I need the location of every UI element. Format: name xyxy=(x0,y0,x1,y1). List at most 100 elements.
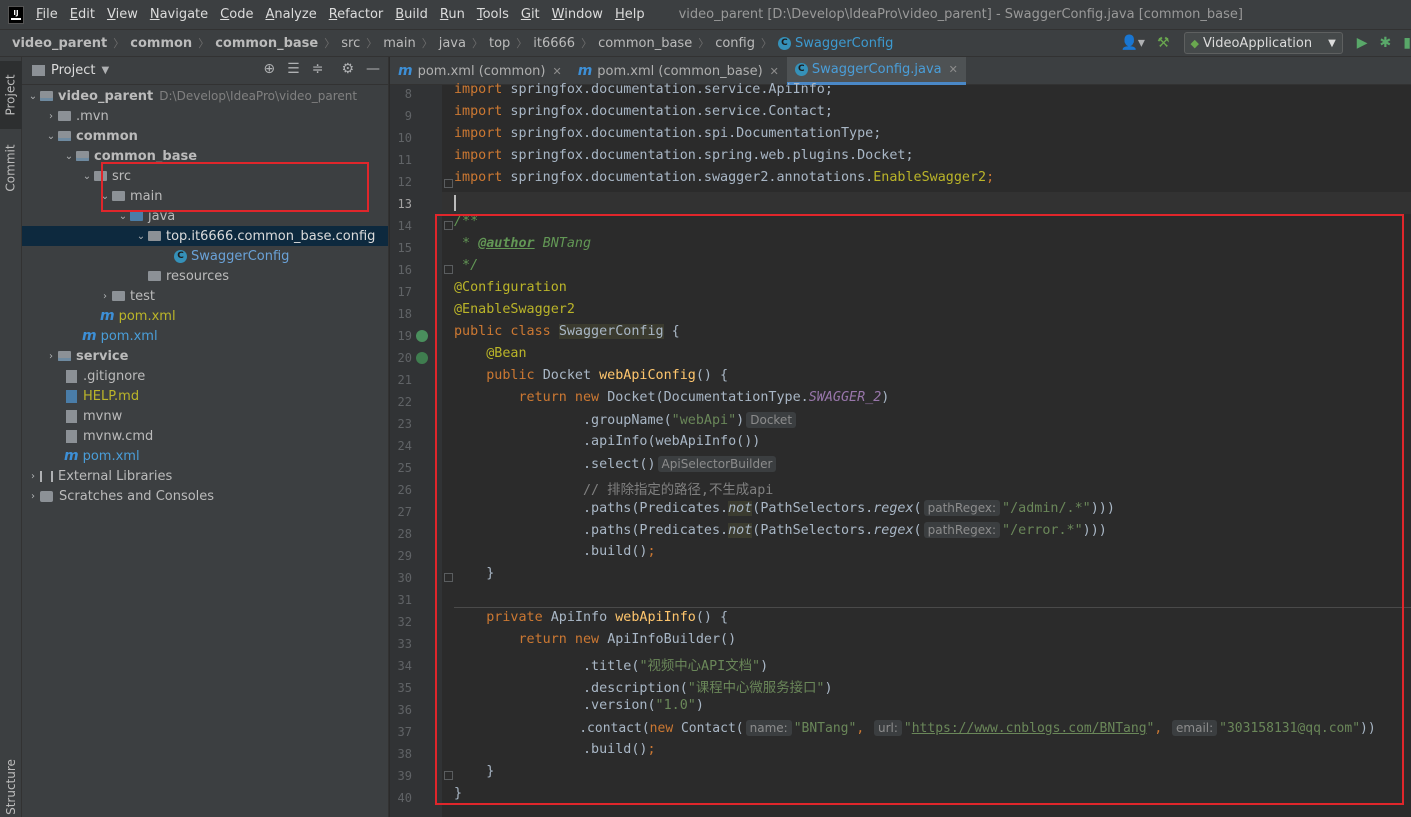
tool-tab-commit[interactable]: Commit xyxy=(0,137,22,199)
breadcrumb-separator-icon: 〉 xyxy=(471,37,483,50)
line-number: 38 xyxy=(397,747,412,761)
text-file-icon xyxy=(66,429,77,443)
class-icon: C xyxy=(174,249,187,263)
breadcrumb-item[interactable]: it6666 xyxy=(533,36,575,51)
breadcrumb-item[interactable]: main xyxy=(383,36,415,51)
menu-view[interactable]: View xyxy=(101,7,144,22)
tree-item[interactable]: m pom.xml xyxy=(22,326,388,346)
tree-item-label: video_parent xyxy=(58,88,154,104)
coverage-icon[interactable]: ▮ xyxy=(1403,35,1411,51)
breadcrumb-item[interactable]: java xyxy=(439,36,466,51)
tree-item[interactable]: ⌄ video_parent D:\Develop\IdeaPro\video_… xyxy=(22,86,388,106)
line-number: 22 xyxy=(397,395,412,409)
tree-item[interactable]: m pom.xml xyxy=(22,446,388,466)
tree-item[interactable]: C SwaggerConfig xyxy=(22,246,388,266)
gear-icon[interactable]: ⚙ xyxy=(341,61,354,77)
project-panel-header: Project ▼ ⊕ ☰ ≑ ⚙ — xyxy=(22,57,388,85)
breadcrumb-item[interactable]: common_base xyxy=(598,36,692,51)
chevron-right-icon[interactable]: › xyxy=(44,111,58,122)
chevron-right-icon[interactable]: › xyxy=(44,351,58,362)
line-number: 40 xyxy=(397,791,412,805)
menu-analyze[interactable]: Analyze xyxy=(259,7,322,22)
tree-item[interactable]: › Scratches and Consoles xyxy=(22,486,388,506)
intellij-logo-icon: IJ xyxy=(8,5,24,24)
minimize-icon[interactable]: — xyxy=(366,61,380,77)
tool-tab-project[interactable]: Project xyxy=(0,61,22,129)
menu-git[interactable]: Git xyxy=(515,7,546,22)
tree-item[interactable]: mvnw xyxy=(22,406,388,426)
highlight-box xyxy=(435,214,1404,805)
collapse-all-icon[interactable]: ≑ xyxy=(312,61,324,77)
menu-code[interactable]: Code xyxy=(214,7,259,22)
line-number: 10 xyxy=(397,131,412,145)
tool-tab-structure[interactable]: Structure xyxy=(0,757,22,817)
breadcrumb-item[interactable]: config xyxy=(715,36,755,51)
run-configuration-select[interactable]: ◆ VideoApplication ▼ xyxy=(1183,32,1343,54)
breadcrumb-item[interactable]: common_base xyxy=(215,36,318,51)
hammer-build-icon[interactable]: ⚒ xyxy=(1157,35,1170,51)
line-number: 9 xyxy=(404,109,412,123)
toolbar-right: 👤▾ ⚒ ◆ VideoApplication ▼ ▶ ✱ ▮ xyxy=(1115,30,1411,56)
chevron-down-icon[interactable]: ⌄ xyxy=(44,131,58,142)
tab-label: pom.xml (common_base) xyxy=(597,63,763,79)
chevron-right-icon[interactable]: › xyxy=(26,491,40,502)
tree-item[interactable]: resources xyxy=(22,266,388,286)
menu-tools[interactable]: Tools xyxy=(471,7,515,22)
menu-navigate[interactable]: Navigate xyxy=(144,7,214,22)
breadcrumb-item[interactable]: top xyxy=(489,36,510,51)
chevron-down-icon[interactable]: ⌄ xyxy=(80,171,94,182)
close-icon[interactable]: ✕ xyxy=(770,65,779,78)
tree-item[interactable]: mvnw.cmd xyxy=(22,426,388,446)
tree-item-selected[interactable]: ⌄ top.it6666.common_base.config xyxy=(22,226,388,246)
expand-all-icon[interactable]: ☰ xyxy=(287,61,300,77)
tab-pom-common[interactable]: m pom.xml (common) ✕ xyxy=(390,57,570,85)
chevron-down-icon[interactable]: ⌄ xyxy=(134,231,148,242)
menu-file[interactable]: File xyxy=(30,7,64,22)
tree-item[interactable]: › External Libraries xyxy=(22,466,388,486)
spring-bean-gutter-icon[interactable] xyxy=(416,330,428,342)
breadcrumb-item-class[interactable]: C SwaggerConfig xyxy=(777,36,893,51)
chevron-right-icon[interactable]: › xyxy=(26,471,40,482)
breadcrumb-item[interactable]: common xyxy=(130,36,192,51)
tree-item-label: HELP.md xyxy=(83,388,140,404)
menu-refactor[interactable]: Refactor xyxy=(323,7,390,22)
editor-tabs: m pom.xml (common) ✕ m pom.xml (common_b… xyxy=(390,57,1411,85)
run-icon[interactable]: ▶ xyxy=(1357,35,1368,51)
tree-item-label: resources xyxy=(166,268,230,284)
chevron-down-icon[interactable]: ▼ xyxy=(101,65,109,76)
user-icon[interactable]: 👤▾ xyxy=(1121,35,1145,51)
menu-run[interactable]: Run xyxy=(434,7,471,22)
chevron-down-icon[interactable]: ⌄ xyxy=(62,151,76,162)
line-number: 30 xyxy=(397,571,412,585)
breadcrumb-item[interactable]: video_parent xyxy=(12,36,107,51)
line-number: 17 xyxy=(397,285,412,299)
tree-item[interactable]: .gitignore xyxy=(22,366,388,386)
tree-item[interactable]: HELP.md xyxy=(22,386,388,406)
line-number: 11 xyxy=(397,153,412,167)
tree-item[interactable]: › .mvn xyxy=(22,106,388,126)
debug-icon[interactable]: ✱ xyxy=(1380,35,1392,51)
spring-bean-gutter-icon[interactable] xyxy=(416,352,428,364)
tree-item[interactable]: ⌄ common xyxy=(22,126,388,146)
menu-build[interactable]: Build xyxy=(389,7,434,22)
tab-pom-common-base[interactable]: m pom.xml (common_base) ✕ xyxy=(570,57,787,85)
project-view-selector[interactable]: Project xyxy=(51,63,95,78)
breadcrumb-item[interactable]: src xyxy=(341,36,360,51)
locate-icon[interactable]: ⊕ xyxy=(263,61,275,77)
tree-item[interactable]: › test xyxy=(22,286,388,306)
tab-swagger-config[interactable]: C SwaggerConfig.java ✕ xyxy=(786,57,966,85)
chevron-down-icon[interactable]: ⌄ xyxy=(116,211,130,222)
code-line: import springfox.documentation.spi.Docum… xyxy=(454,126,882,141)
tree-item[interactable]: › service xyxy=(22,346,388,366)
chevron-right-icon[interactable]: › xyxy=(98,291,112,302)
close-icon[interactable]: ✕ xyxy=(552,65,561,78)
menu-edit[interactable]: Edit xyxy=(64,7,101,22)
chevron-down-icon[interactable]: ⌄ xyxy=(26,91,40,102)
tree-item[interactable]: m pom.xml xyxy=(22,306,388,326)
tree-item-label: mvnw.cmd xyxy=(83,428,154,444)
fold-icon[interactable] xyxy=(444,179,453,188)
close-icon[interactable]: ✕ xyxy=(949,63,958,76)
menu-help[interactable]: Help xyxy=(609,7,651,22)
menu-window[interactable]: Window xyxy=(546,7,609,22)
breadcrumb-separator-icon: 〉 xyxy=(366,37,378,50)
